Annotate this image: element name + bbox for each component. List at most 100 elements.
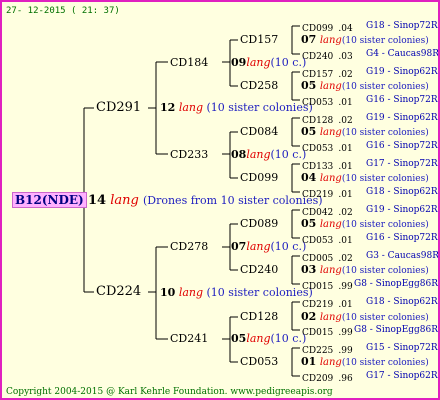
- gen3-description: (10 sister colonies): [341, 266, 429, 276]
- gen2-number: 08: [231, 148, 247, 161]
- gen3-description: (10 sister colonies): [341, 313, 429, 323]
- gen2-sister-info: 08lang(10 c.): [231, 148, 306, 162]
- gen3-label: CD089: [240, 217, 279, 230]
- gen3-lang: lang: [319, 312, 342, 323]
- timestamp: 27- 12-2015 ( 21: 37): [6, 6, 120, 16]
- gen4-id: CD209: [302, 374, 334, 384]
- gen2-number: 09: [231, 56, 247, 69]
- gen4-seq: .01: [338, 190, 353, 200]
- gen4-location: G15 - Sinop72R: [366, 343, 438, 353]
- gen4-row: CD053 .01: [302, 139, 353, 156]
- gen4-row: CD015 .99: [302, 323, 353, 340]
- gen4-seq: .01: [338, 98, 353, 108]
- gen4-row: CD099 .04: [302, 19, 353, 36]
- gen4-row: CD133 .01: [302, 157, 353, 174]
- gen2-lang: lang: [246, 56, 271, 69]
- gen4-id: CD015: [302, 328, 334, 338]
- gen3-label: CD128: [240, 310, 279, 323]
- gen4-id: CD240: [302, 52, 334, 62]
- gen4-id: CD219: [302, 190, 334, 200]
- root-description: (Drones from 10 sister colonies): [142, 194, 323, 207]
- gen3-description: (10 sister colonies): [341, 358, 429, 368]
- gen3-description: (10 sister colonies): [341, 128, 429, 138]
- gen4-seq: .02: [338, 116, 353, 126]
- gen4-seq: .96: [338, 374, 353, 384]
- gen3-label: CD258: [240, 79, 279, 92]
- gen4-location: G16 - Sinop72R: [366, 95, 438, 105]
- root-sister-info: 14 lang (Drones from 10 sister colonies): [88, 194, 323, 208]
- gen3-lang: lang: [319, 173, 342, 184]
- gen4-seq: .02: [338, 208, 353, 218]
- gen4-location: G19 - Sinop62R: [366, 67, 438, 77]
- gen3-label: CD053: [240, 355, 279, 368]
- gen1-lang: lang: [178, 286, 204, 299]
- gen4-seq: .99: [338, 346, 353, 356]
- gen3-lang: lang: [319, 265, 342, 276]
- gen4-seq: .99: [338, 328, 353, 338]
- gen4-seq: .02: [338, 254, 353, 264]
- gen1-label: CD224: [96, 284, 142, 299]
- gen2-description: (10 c.): [270, 240, 307, 253]
- gen3-description: (10 sister colonies): [341, 36, 429, 46]
- gen3-label: CD157: [240, 33, 279, 46]
- gen2-number: 07: [231, 240, 247, 253]
- gen4-location: G16 - Sinop72R: [366, 233, 438, 243]
- gen4-row: CD209 .96: [302, 369, 353, 386]
- gen4-location: G8 - SinopEgg86R: [354, 279, 439, 289]
- gen2-sister-info: 07lang(10 c.): [231, 240, 306, 254]
- gen4-id: CD053: [302, 98, 334, 108]
- gen1-description: (10 sister colonies): [206, 286, 313, 299]
- gen4-id: CD053: [302, 236, 334, 246]
- gen4-seq: .01: [338, 300, 353, 310]
- copyright-footer: Copyright 2004-2015 @ Karl Kehrle Founda…: [6, 387, 333, 397]
- root-lang: lang: [110, 193, 139, 208]
- gen1-number: 12: [160, 101, 176, 114]
- gen3-lang: lang: [319, 127, 342, 138]
- gen4-seq: .01: [338, 144, 353, 154]
- gen4-location: G18 - Sinop72R: [366, 21, 438, 31]
- gen4-id: CD005: [302, 254, 334, 264]
- gen4-id: CD225: [302, 346, 334, 356]
- gen3-label: CD084: [240, 125, 279, 138]
- gen3-label: CD099: [240, 171, 279, 184]
- gen4-location: G8 - SinopEgg86R: [354, 325, 439, 335]
- gen4-seq: .01: [338, 162, 353, 172]
- gen4-location: G4 - Caucas98R: [366, 49, 439, 59]
- gen2-number: 05: [231, 332, 247, 345]
- gen4-row: CD219 .01: [302, 295, 353, 312]
- gen1-label: CD291: [96, 100, 142, 115]
- gen4-id: CD053: [302, 144, 334, 154]
- gen1-sister-info: 10 lang (10 sister colonies): [160, 286, 313, 300]
- gen4-seq: .01: [338, 236, 353, 246]
- gen1-lang: lang: [178, 101, 204, 114]
- gen4-location: G16 - Sinop72R: [366, 141, 438, 151]
- gen3-label: CD240: [240, 263, 279, 276]
- gen4-row: CD015 .99: [302, 277, 353, 294]
- gen4-location: G19 - Sinop62R: [366, 205, 438, 215]
- gen4-row: CD053 .01: [302, 231, 353, 248]
- gen3-lang: lang: [319, 219, 342, 230]
- gen3-lang: lang: [319, 81, 342, 92]
- gen4-id: CD015: [302, 282, 334, 292]
- gen3-description: (10 sister colonies): [341, 174, 429, 184]
- gen4-id: CD128: [302, 116, 334, 126]
- gen2-description: (10 c.): [270, 332, 307, 345]
- gen3-lang: lang: [319, 357, 342, 368]
- gen2-description: (10 c.): [270, 56, 307, 69]
- gen4-row: CD157 .02: [302, 65, 353, 82]
- gen1-number: 10: [160, 286, 176, 299]
- gen4-row: CD042 .02: [302, 203, 353, 220]
- gen4-id: CD042: [302, 208, 334, 218]
- root-number: 14: [88, 193, 107, 208]
- gen4-location: G18 - Sinop62R: [366, 297, 438, 307]
- gen2-sister-info: 05lang(10 c.): [231, 332, 306, 346]
- gen4-location: G18 - Sinop62R: [366, 187, 438, 197]
- root-queen-label: B12(NDE): [12, 192, 87, 208]
- gen4-id: CD099: [302, 24, 334, 34]
- gen4-seq: .04: [338, 24, 353, 34]
- gen4-row: CD225 .99: [302, 341, 353, 358]
- gen4-location: G17 - Sinop62R: [366, 371, 438, 381]
- gen3-lang: lang: [319, 35, 342, 46]
- gen2-label: CD241: [170, 332, 209, 345]
- gen3-description: (10 sister colonies): [341, 220, 429, 230]
